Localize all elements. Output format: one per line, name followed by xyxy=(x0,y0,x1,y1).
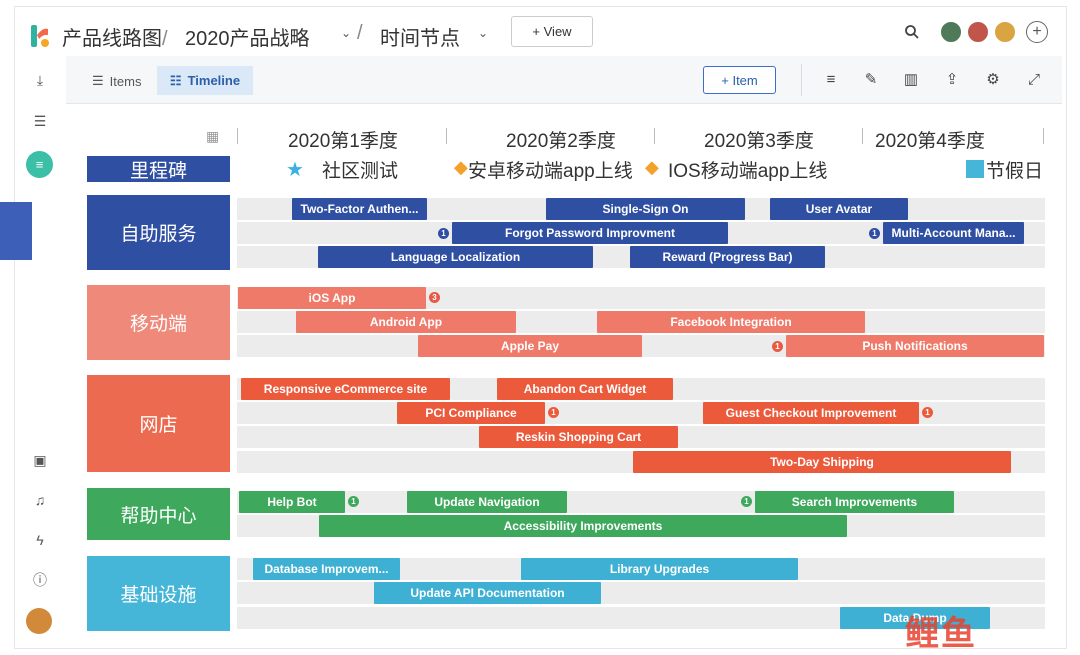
breadcrumb: 产品线路图/ xyxy=(62,28,168,50)
holiday-swatch xyxy=(966,160,984,178)
milestone-item[interactable]: IOS移动端app上线 xyxy=(668,156,827,183)
timeline-bar[interactable]: Two-Day Shipping xyxy=(633,451,1011,473)
quarter-label: 2020第3季度 xyxy=(704,131,814,152)
chevron-down-icon[interactable]: ⌄ xyxy=(341,26,351,40)
fullscreen-icon[interactable]: ⤢ xyxy=(1023,69,1045,91)
avatar[interactable] xyxy=(966,20,990,44)
timeline-bar[interactable]: Multi-Account Mana... xyxy=(883,222,1024,244)
contacts-icon[interactable]: ▣ xyxy=(30,450,50,470)
columns-icon[interactable]: ▥ xyxy=(900,69,922,91)
filter-icon[interactable]: ≡ xyxy=(820,69,842,91)
group-label[interactable]: 网店 xyxy=(87,375,230,472)
quarter-tick xyxy=(654,128,655,144)
avatar[interactable] xyxy=(993,20,1017,44)
quarter-tick xyxy=(446,128,447,144)
search-icon[interactable] xyxy=(904,24,920,40)
avatar[interactable] xyxy=(26,608,52,634)
calendar-icon[interactable]: ▦ xyxy=(206,128,226,146)
bell-icon[interactable]: ♫ xyxy=(30,490,50,510)
divider xyxy=(801,64,802,96)
quarter-label: 2020第4季度 xyxy=(875,131,985,152)
roadmap-icon[interactable]: ≡ xyxy=(26,151,53,178)
group-label[interactable]: 帮助中心 xyxy=(87,488,230,540)
lane xyxy=(237,582,1045,604)
dependency-badge[interactable]: 1 xyxy=(922,407,933,418)
timeline-bar[interactable]: Push Notifications xyxy=(786,335,1044,357)
milestone-item[interactable]: 安卓移动端app上线 xyxy=(468,156,633,183)
timeline-bar[interactable]: Update API Documentation xyxy=(374,582,601,604)
tab-items[interactable]: ☰ Items xyxy=(80,67,153,95)
side-tab[interactable] xyxy=(0,202,32,260)
group-label[interactable]: 基础设施 xyxy=(87,556,230,631)
list-icon[interactable]: ☰ xyxy=(30,111,50,131)
chevron-down-icon[interactable]: ⌄ xyxy=(478,26,488,40)
timeline-bar[interactable]: Guest Checkout Improvement xyxy=(703,402,919,424)
breadcrumb-sep: / xyxy=(357,22,363,44)
dependency-badge[interactable]: 1 xyxy=(548,407,559,418)
milestone-item[interactable]: 社区测试 xyxy=(322,156,398,183)
quarter-label: 2020第2季度 xyxy=(506,131,616,152)
timeline-bar[interactable]: Abandon Cart Widget xyxy=(497,378,673,400)
timeline-bar[interactable]: Library Upgrades xyxy=(521,558,798,580)
diamond-icon: ◆ xyxy=(645,157,659,177)
quarter-tick xyxy=(1043,128,1044,144)
breadcrumb-roadmap[interactable]: 产品线路图 xyxy=(62,28,162,50)
dependency-badge[interactable]: 1 xyxy=(869,228,880,239)
group-label[interactable]: 移动端 xyxy=(87,285,230,360)
timeline-bar[interactable]: Single-Sign On xyxy=(546,198,745,220)
logo-icon[interactable] xyxy=(30,22,50,50)
dependency-badge[interactable]: 3 xyxy=(429,292,440,303)
holiday-label[interactable]: 节假日 xyxy=(986,156,1043,183)
breadcrumb-timepoint[interactable]: 时间节点 xyxy=(380,22,460,51)
dependency-badge[interactable]: 1 xyxy=(741,496,752,507)
add-item-button[interactable]: + Item xyxy=(703,66,776,94)
quarter-tick xyxy=(862,128,863,144)
group-label[interactable]: 自助服务 xyxy=(87,195,230,270)
timeline-bar[interactable]: Reward (Progress Bar) xyxy=(630,246,825,268)
dependency-badge[interactable]: 1 xyxy=(772,341,783,352)
timeline-bar[interactable]: Two-Factor Authen... xyxy=(292,198,427,220)
dependency-badge[interactable]: 1 xyxy=(348,496,359,507)
list-icon: ☰ xyxy=(92,73,104,88)
timeline-icon: ☷ xyxy=(169,72,182,88)
watermark-logo: 鲤鱼 xyxy=(905,615,977,653)
milestone-label[interactable]: 里程碑 xyxy=(87,156,230,182)
timeline-bar[interactable]: Facebook Integration xyxy=(597,311,865,333)
breadcrumb-strategy[interactable]: 2020产品战略 xyxy=(185,22,310,51)
star-icon: ★ xyxy=(286,159,304,181)
share-icon[interactable]: ⇪ xyxy=(941,69,963,91)
timeline-bar[interactable]: Apple Pay xyxy=(418,335,642,357)
timeline-bar[interactable]: Responsive eCommerce site xyxy=(241,378,450,400)
dependency-badge[interactable]: 1 xyxy=(438,228,449,239)
timeline-bar[interactable]: Help Bot xyxy=(239,491,345,513)
timeline-bar[interactable]: Android App xyxy=(296,311,516,333)
timeline-bar[interactable]: Forgot Password Improvment xyxy=(452,222,728,244)
add-member-button[interactable]: + xyxy=(1026,21,1048,43)
timeline-bar[interactable]: Update Navigation xyxy=(407,491,567,513)
avatar[interactable] xyxy=(939,20,963,44)
diamond-icon: ◆ xyxy=(454,157,468,177)
bolt-icon[interactable]: ϟ xyxy=(30,530,50,550)
download-icon[interactable]: ⤓ xyxy=(30,70,50,90)
timeline-bar[interactable]: PCI Compliance xyxy=(397,402,545,424)
timeline-bar[interactable]: Reskin Shopping Cart xyxy=(479,426,678,448)
quarter-label: 2020第1季度 xyxy=(288,131,398,152)
edit-icon[interactable]: ✎ xyxy=(860,69,882,91)
quarter-tick xyxy=(237,128,238,144)
timeline-bar[interactable]: Accessibility Improvements xyxy=(319,515,847,537)
timeline-bar[interactable]: Database Improvem... xyxy=(253,558,400,580)
add-view-button[interactable]: + View xyxy=(511,16,593,47)
timeline-bar[interactable]: iOS App xyxy=(238,287,426,309)
help-icon[interactable]: ⓘ xyxy=(30,570,50,590)
timeline-bar[interactable]: Search Improvements xyxy=(755,491,954,513)
tab-timeline[interactable]: ☷ Timeline xyxy=(157,66,253,95)
timeline-bar[interactable]: Language Localization xyxy=(318,246,593,268)
gear-icon[interactable]: ⚙ xyxy=(982,69,1004,91)
timeline-bar[interactable]: User Avatar xyxy=(770,198,908,220)
